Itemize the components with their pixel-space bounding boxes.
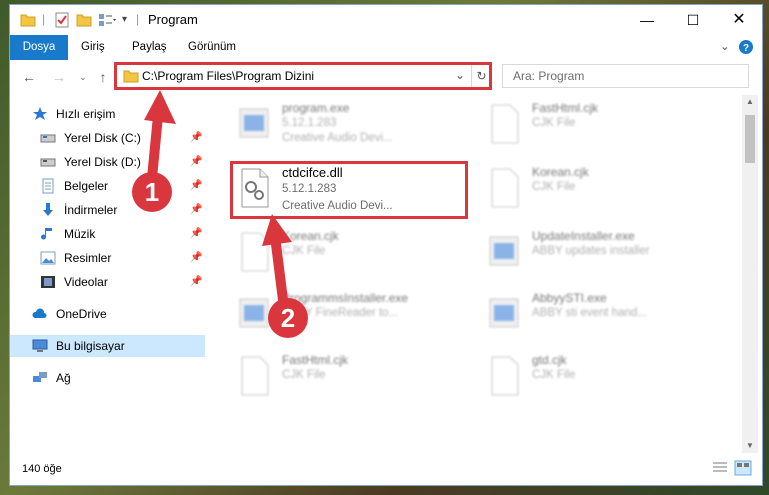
step-badge-2: 2	[268, 298, 308, 338]
annotation-arrows	[144, 90, 292, 305]
step-badge-1: 1	[132, 172, 172, 212]
